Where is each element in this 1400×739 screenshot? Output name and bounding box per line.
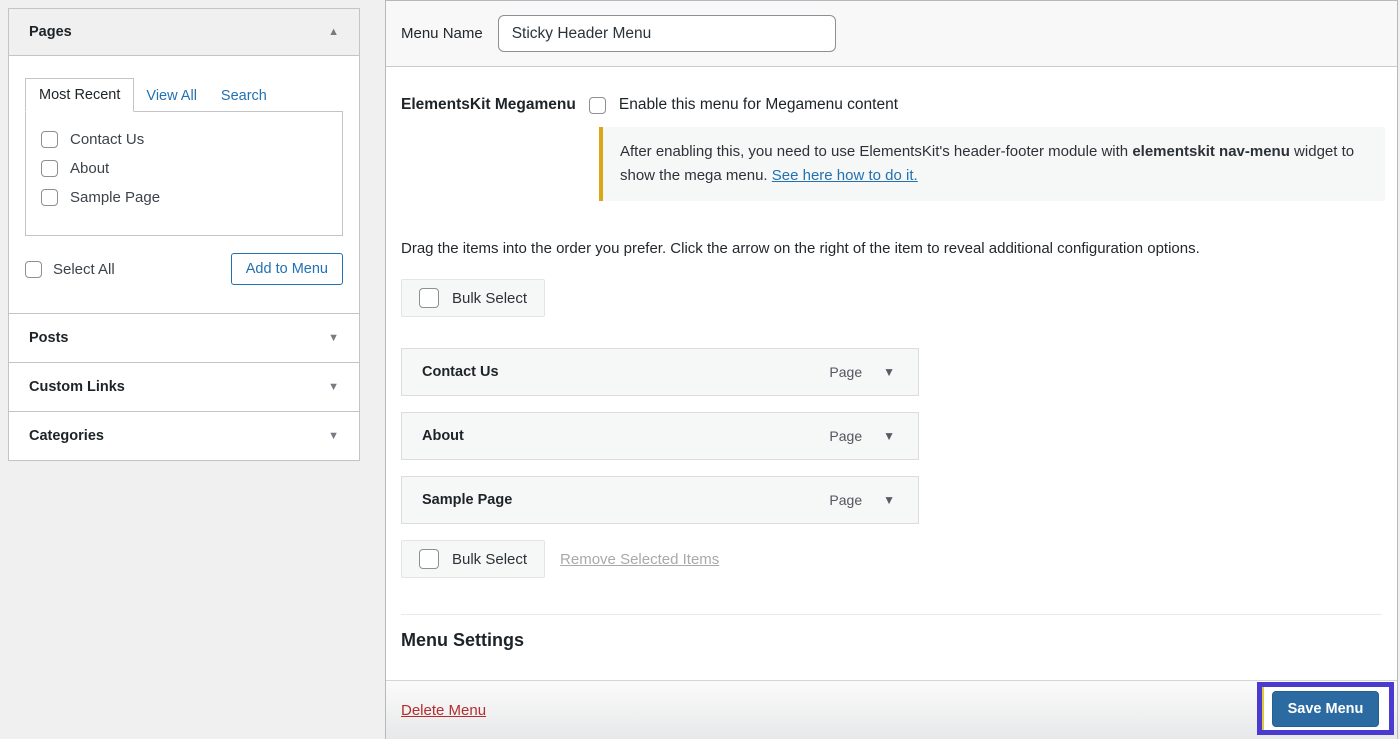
bulk-select-top[interactable]: Bulk Select (401, 279, 546, 317)
menu-item-title: About (422, 428, 464, 444)
expand-arrow-icon[interactable]: ▼ (328, 381, 339, 393)
see-how-link[interactable]: See here how to do it. (772, 167, 918, 184)
accordion-categories-header[interactable]: Categories ▼ (9, 411, 359, 460)
bulk-actions-row: Bulk Select Remove Selected Items (401, 540, 1382, 578)
menu-item-dropdown-arrow-icon[interactable]: ▼ (883, 429, 895, 443)
select-all-label: Select All (53, 260, 115, 278)
pages-section-content: Most Recent View All Search Contact Us A… (9, 56, 359, 313)
select-all-control[interactable]: Select All (25, 260, 115, 278)
tab-view-all[interactable]: View All (134, 80, 209, 112)
menu-name-label: Menu Name (401, 25, 483, 42)
drag-instruction-text: Drag the items into the order you prefer… (401, 240, 1200, 257)
page-checklist-label: Contact Us (70, 131, 145, 148)
menu-item-dropdown-arrow-icon[interactable]: ▼ (883, 365, 895, 379)
categories-section-title: Categories (29, 428, 104, 444)
save-menu-button[interactable]: Save Menu (1271, 690, 1380, 727)
accordion-pages-header[interactable]: Pages ▲ (9, 9, 359, 56)
pages-tabs: Most Recent View All Search (25, 78, 343, 112)
posts-section-title: Posts (29, 330, 69, 346)
remove-selected-items-link[interactable]: Remove Selected Items (560, 551, 719, 568)
delete-menu-link[interactable]: Delete Menu (401, 702, 486, 719)
menu-name-input[interactable] (497, 15, 836, 52)
page-checkbox-about[interactable] (41, 160, 58, 177)
page-checkbox-contact-us[interactable] (41, 131, 58, 148)
add-to-menu-button[interactable]: Add to Menu (230, 253, 343, 285)
page-checklist-item[interactable]: Sample Page (41, 183, 327, 212)
page-checklist-label: About (70, 160, 110, 177)
menu-item-title: Contact Us (422, 364, 499, 380)
menu-editor-panel: Menu Name ElementsKit Megamenu Enable th… (385, 0, 1398, 739)
accordion-custom-links-header[interactable]: Custom Links ▼ (9, 362, 359, 411)
menu-items-list: Contact Us Page ▼ About Page ▼ Sample Pa… (401, 348, 919, 524)
menu-item-about[interactable]: About Page ▼ (401, 412, 919, 460)
pages-section-title: Pages (29, 24, 72, 40)
menu-settings-divider (401, 614, 1382, 615)
menu-item-dropdown-arrow-icon[interactable]: ▼ (883, 493, 895, 507)
menu-item-sample-page[interactable]: Sample Page Page ▼ (401, 476, 919, 524)
megamenu-field-label: ElementsKit Megamenu (401, 96, 576, 113)
megamenu-warning-notice: After enabling this, you need to use Ele… (599, 127, 1385, 201)
expand-arrow-icon[interactable]: ▼ (328, 332, 339, 344)
tab-search[interactable]: Search (209, 80, 279, 112)
megamenu-checkbox-label: Enable this menu for Megamenu content (618, 96, 899, 113)
select-all-checkbox[interactable] (25, 260, 42, 278)
menu-editor-body: ElementsKit Megamenu Enable this menu fo… (386, 67, 1397, 651)
bulk-select-bottom-checkbox[interactable] (419, 549, 439, 569)
save-menu-highlight-box: Save Menu (1257, 682, 1394, 735)
bulk-select-bottom-label: Bulk Select (452, 550, 528, 568)
menu-item-type-badge: Page (829, 364, 863, 380)
page-checklist-item[interactable]: About (41, 154, 327, 183)
notice-text-before: After enabling this, you need to use Ele… (620, 143, 1133, 160)
add-menu-items-sidebar: Pages ▲ Most Recent View All Search Cont… (8, 8, 360, 461)
menu-name-bar: Menu Name (386, 1, 1397, 67)
custom-links-section-title: Custom Links (29, 379, 125, 395)
page-checklist-item[interactable]: Contact Us (41, 125, 327, 154)
notice-bold-text: elementskit nav-menu (1132, 143, 1290, 160)
page-checklist-label: Sample Page (70, 189, 161, 206)
megamenu-row: ElementsKit Megamenu Enable this menu fo… (401, 96, 1382, 114)
expand-arrow-icon[interactable]: ▼ (328, 430, 339, 442)
menu-settings-heading: Menu Settings (401, 630, 525, 650)
pages-checklist: Contact Us About Sample Page (25, 111, 343, 236)
accordion-posts-header[interactable]: Posts ▼ (9, 313, 359, 362)
menu-item-type-badge: Page (829, 428, 863, 444)
add-to-menu-row: Select All Add to Menu (25, 253, 343, 285)
bulk-select-top-checkbox[interactable] (419, 288, 439, 308)
tab-most-recent[interactable]: Most Recent (25, 78, 135, 112)
publishing-actions-bar: Delete Menu Save Menu (386, 680, 1397, 739)
collapse-arrow-icon[interactable]: ▲ (328, 26, 339, 38)
bulk-select-top-label: Bulk Select (452, 289, 528, 307)
menu-item-type-badge: Page (829, 492, 863, 508)
menu-item-contact-us[interactable]: Contact Us Page ▼ (401, 348, 919, 396)
page-checkbox-sample-page[interactable] (41, 189, 58, 206)
menu-item-title: Sample Page (422, 492, 513, 508)
bulk-select-bottom[interactable]: Bulk Select (401, 540, 546, 578)
megamenu-enable-checkbox[interactable] (588, 96, 606, 114)
